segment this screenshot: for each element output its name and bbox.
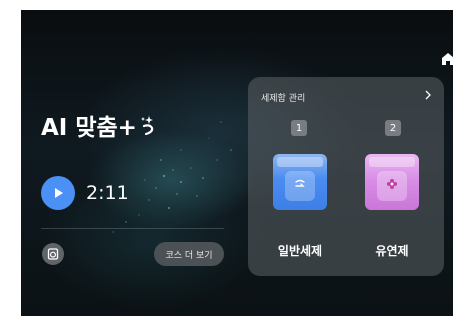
course-title: AI 맞춤+ <box>41 115 137 141</box>
slot-number-badge: 1 <box>291 120 307 136</box>
panel-title: 세제함 관리 <box>261 94 306 104</box>
detergent-label: 일반세제 <box>277 244 323 258</box>
washer-icon <box>47 248 59 260</box>
play-button[interactable] <box>41 176 75 210</box>
detergent-panel[interactable]: 세제함 관리 1 일반세제 2 유연제 <box>248 77 444 276</box>
chevron-right-icon[interactable] <box>424 90 432 100</box>
ai-sparkle-icon <box>140 116 154 136</box>
washer-door-button[interactable] <box>42 243 64 265</box>
play-icon <box>55 188 63 198</box>
more-course-button[interactable]: 코스 더 보기 <box>154 242 224 266</box>
divider <box>41 228 224 229</box>
course-title-row: AI 맞춤+ <box>41 108 156 142</box>
slot-number-badge: 2 <box>385 120 401 136</box>
washer-screen: AI 맞춤+ 2:11 코스 더 보기 세제함 관리 1 일반세제 2 유연제 <box>21 10 453 316</box>
remaining-time: 2:11 <box>86 182 129 204</box>
softener-dispenser[interactable] <box>365 154 419 210</box>
softener-flower-icon <box>387 179 397 189</box>
softener-label: 유연제 <box>375 244 409 258</box>
detergent-swirl-icon <box>295 179 305 187</box>
playback-row: 2:11 <box>41 176 129 210</box>
home-icon[interactable] <box>441 52 453 66</box>
detergent-dispenser[interactable] <box>273 154 327 210</box>
